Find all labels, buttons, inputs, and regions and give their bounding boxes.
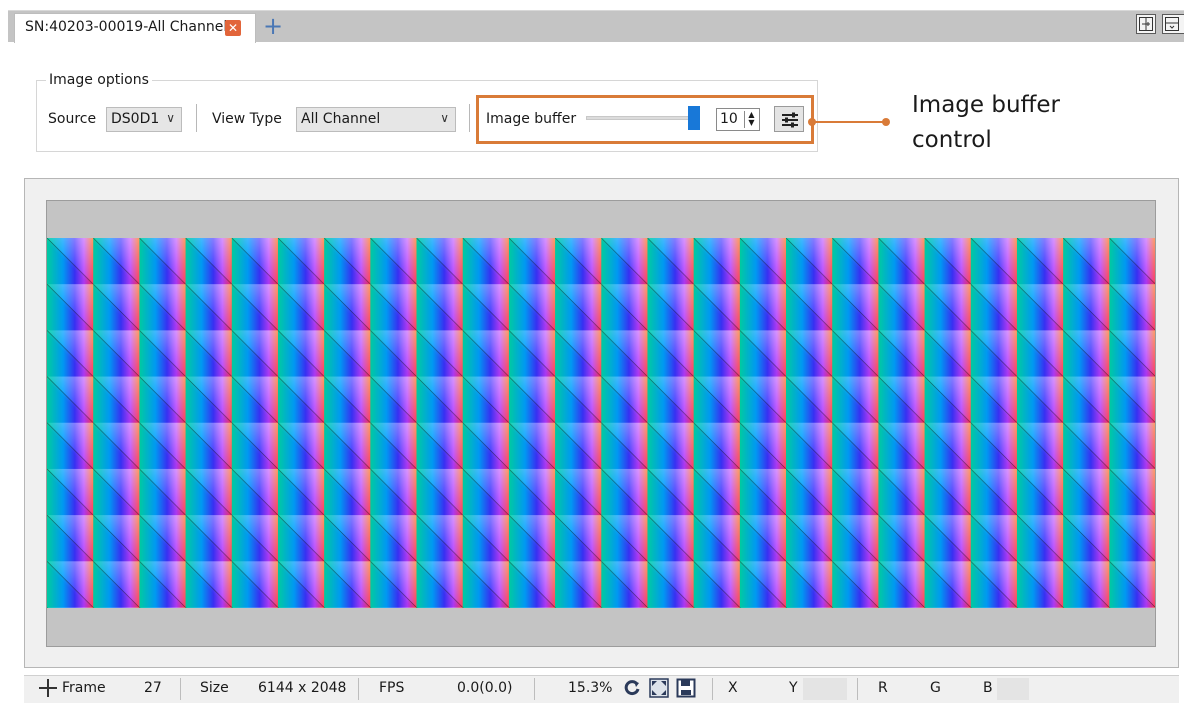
chevron-down-icon: ∨	[166, 111, 175, 125]
separator	[180, 678, 181, 700]
dock-icon[interactable]	[1162, 14, 1184, 34]
callout-line	[812, 121, 887, 123]
plus-icon[interactable]: +	[262, 14, 284, 39]
buffer-settings-button[interactable]	[774, 106, 804, 132]
crosshair-icon[interactable]	[38, 678, 58, 698]
callout-dot-end	[882, 118, 890, 126]
split-view-icon[interactable]	[1136, 14, 1156, 34]
source-value: DS0D1	[111, 111, 160, 127]
view-type-value: All Channel	[301, 111, 381, 127]
source-label: Source	[48, 111, 97, 127]
test-pattern-tint	[47, 238, 1155, 608]
image-buffer-value: 10	[720, 111, 738, 127]
separator	[857, 678, 858, 700]
callout-line-1: Image buffer	[912, 92, 1060, 118]
separator	[196, 104, 197, 132]
zoom-value: 15.3%	[568, 680, 613, 696]
frame-value: 27	[144, 680, 162, 696]
b-value-box	[997, 678, 1029, 700]
fps-label: FPS	[379, 680, 405, 696]
fps-value: 0.0(0.0)	[457, 680, 513, 696]
callout-text: Image buffer control	[912, 88, 1102, 158]
separator	[358, 678, 359, 700]
callout-dot-start	[808, 118, 816, 126]
frame-label: Frame	[62, 680, 106, 696]
separator	[534, 678, 535, 700]
x-label: X	[728, 680, 738, 696]
r-label: R	[878, 680, 888, 696]
view-type-label: View Type	[212, 111, 282, 127]
separator	[469, 104, 470, 132]
settings-sliders-icon	[782, 112, 798, 128]
y-label: Y	[789, 680, 798, 696]
size-label: Size	[200, 680, 229, 696]
image-buffer-spinbox[interactable]: 10 ▲ ▼	[716, 108, 760, 131]
image-buffer-slider-thumb[interactable]	[688, 106, 700, 130]
callout-line-2: control	[912, 127, 992, 153]
b-label: B	[983, 680, 993, 696]
image-buffer-label: Image buffer	[486, 111, 577, 127]
size-value: 6144 x 2048	[258, 680, 347, 696]
image-buffer-slider-track[interactable]	[586, 116, 698, 120]
tab-all-channel[interactable]: SN:40203-00019-All Channel ✕	[14, 13, 256, 43]
fit-icon[interactable]	[649, 678, 669, 698]
g-label: G	[930, 680, 941, 696]
view-type-select[interactable]: All Channel ∨	[296, 107, 456, 132]
y-value-box	[803, 678, 847, 700]
chevron-down-icon: ∨	[440, 111, 449, 125]
save-icon[interactable]	[676, 678, 696, 698]
separator	[712, 678, 713, 700]
tab-title: SN:40203-00019-All Channel	[25, 19, 228, 35]
close-icon[interactable]: ✕	[225, 20, 241, 36]
image-options-title: Image options	[46, 72, 152, 88]
spin-arrows-icon[interactable]: ▲ ▼	[744, 111, 758, 128]
refresh-icon[interactable]	[622, 678, 642, 698]
source-select[interactable]: DS0D1 ∨	[106, 107, 182, 132]
